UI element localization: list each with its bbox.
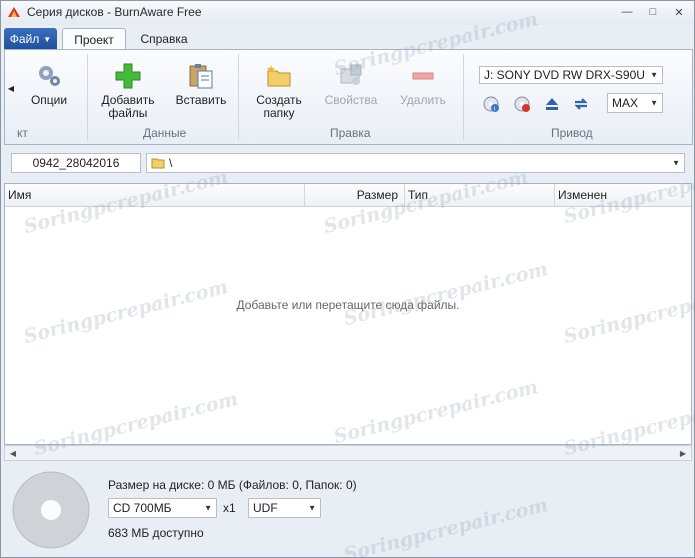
create-folder-label-2: папку xyxy=(263,106,295,120)
path-current: \ xyxy=(169,156,173,170)
gear-icon xyxy=(33,60,65,92)
refresh-icon[interactable] xyxy=(572,95,590,113)
column-header-name[interactable]: Имя xyxy=(5,184,305,206)
drive-select[interactable]: J: SONY DVD RW DRX-S90U ▼ xyxy=(479,66,663,84)
file-list-header: Имя Размер Тип Изменен xyxy=(5,184,691,207)
horizontal-scrollbar[interactable]: ◀ ▶ xyxy=(4,445,692,461)
chevron-down-icon: ▼ xyxy=(308,503,316,513)
filesystem-select[interactable]: UDF ▼ xyxy=(248,498,321,518)
title-bar: Серия дисков - BurnAware Free — □ ✕ xyxy=(1,1,694,25)
drive-select-value: J: SONY DVD RW DRX-S90U xyxy=(484,68,645,82)
eject-icon[interactable] xyxy=(543,95,561,113)
group-label-data: Данные xyxy=(143,126,187,140)
path-combobox[interactable]: \ ▼ xyxy=(146,153,685,173)
add-files-label-2: файлы xyxy=(108,106,148,120)
speed-select-value: MAX xyxy=(612,96,639,110)
maximize-button[interactable]: □ xyxy=(642,3,664,21)
empty-list-hint: Добавьте или перетащите сюда файлы. xyxy=(236,298,460,312)
ribbon-scroll-left-icon[interactable]: ◀ xyxy=(5,50,17,126)
column-header-size[interactable]: Размер xyxy=(305,184,405,206)
group-label-drive: Привод xyxy=(551,126,593,140)
burnaware-app-icon xyxy=(8,7,20,17)
new-folder-icon xyxy=(263,60,295,92)
add-plus-icon xyxy=(112,60,144,92)
chevron-down-icon: ▼ xyxy=(650,98,658,108)
chevron-down-icon: ▼ xyxy=(43,34,52,44)
ribbon-tabs: Файл ▼ Проект Справка xyxy=(1,26,694,51)
disc-label-field[interactable]: 0942_28042016 xyxy=(11,153,141,173)
speed-select[interactable]: MAX ▼ xyxy=(607,93,663,113)
tab-file[interactable]: Файл ▼ xyxy=(4,28,57,50)
paste-label: Вставить xyxy=(175,93,227,107)
properties-label: Свойства xyxy=(324,93,378,107)
file-list[interactable]: Имя Размер Тип Изменен Добавьте или пере… xyxy=(4,183,692,445)
chevron-down-icon: ▼ xyxy=(204,503,212,513)
create-folder-button[interactable]: Создать папку xyxy=(251,60,307,120)
disc-info-icon[interactable]: i xyxy=(482,95,500,113)
disc-usage-icon xyxy=(12,471,90,549)
column-header-type[interactable]: Тип xyxy=(405,184,555,206)
group-label-edit: Правка xyxy=(330,126,371,140)
filesystem-value: UDF xyxy=(253,501,278,515)
ribbon: ◀ Опции кт Добавить файлы Вставить Данны… xyxy=(4,49,693,145)
tab-help[interactable]: Справка xyxy=(131,28,197,50)
tab-file-label: Файл xyxy=(9,32,40,46)
scroll-left-icon[interactable]: ◀ xyxy=(6,447,20,459)
options-label: Опции xyxy=(30,93,68,107)
properties-icon xyxy=(335,60,367,92)
properties-button[interactable]: Свойства xyxy=(323,60,379,107)
scroll-right-icon[interactable]: ▶ xyxy=(676,447,690,459)
tab-project[interactable]: Проект xyxy=(62,28,126,51)
clipboard-icon xyxy=(185,60,217,92)
disc-multiplier: x1 xyxy=(223,501,236,515)
app-window: Серия дисков - BurnAware Free — □ ✕ Файл… xyxy=(0,0,695,558)
disc-type-select[interactable]: CD 700МБ ▼ xyxy=(108,498,217,518)
chevron-down-icon: ▼ xyxy=(672,158,680,168)
space-available: 683 МБ доступно xyxy=(108,526,204,540)
column-header-modified[interactable]: Изменен xyxy=(555,184,691,206)
erase-disc-icon[interactable] xyxy=(513,95,531,113)
disc-type-value: CD 700МБ xyxy=(113,501,172,515)
folder-icon xyxy=(151,158,165,169)
add-files-button[interactable]: Добавить файлы xyxy=(100,60,156,120)
delete-button[interactable]: Удалить xyxy=(397,60,449,107)
close-button[interactable]: ✕ xyxy=(668,3,690,21)
chevron-down-icon: ▼ xyxy=(650,70,658,80)
window-title: Серия дисков - BurnAware Free xyxy=(27,5,202,19)
disc-size-info: Размер на диске: 0 МБ (Файлов: 0, Папок:… xyxy=(108,478,357,492)
options-button[interactable]: Опции xyxy=(27,60,71,107)
watermark: Soringpcrepair.com xyxy=(341,493,551,558)
delete-minus-icon xyxy=(407,60,439,92)
group-label-cut: кт xyxy=(17,126,28,140)
svg-text:i: i xyxy=(494,107,495,113)
minimize-button[interactable]: — xyxy=(616,3,638,21)
paste-button[interactable]: Вставить xyxy=(173,60,229,107)
delete-label: Удалить xyxy=(400,93,446,107)
